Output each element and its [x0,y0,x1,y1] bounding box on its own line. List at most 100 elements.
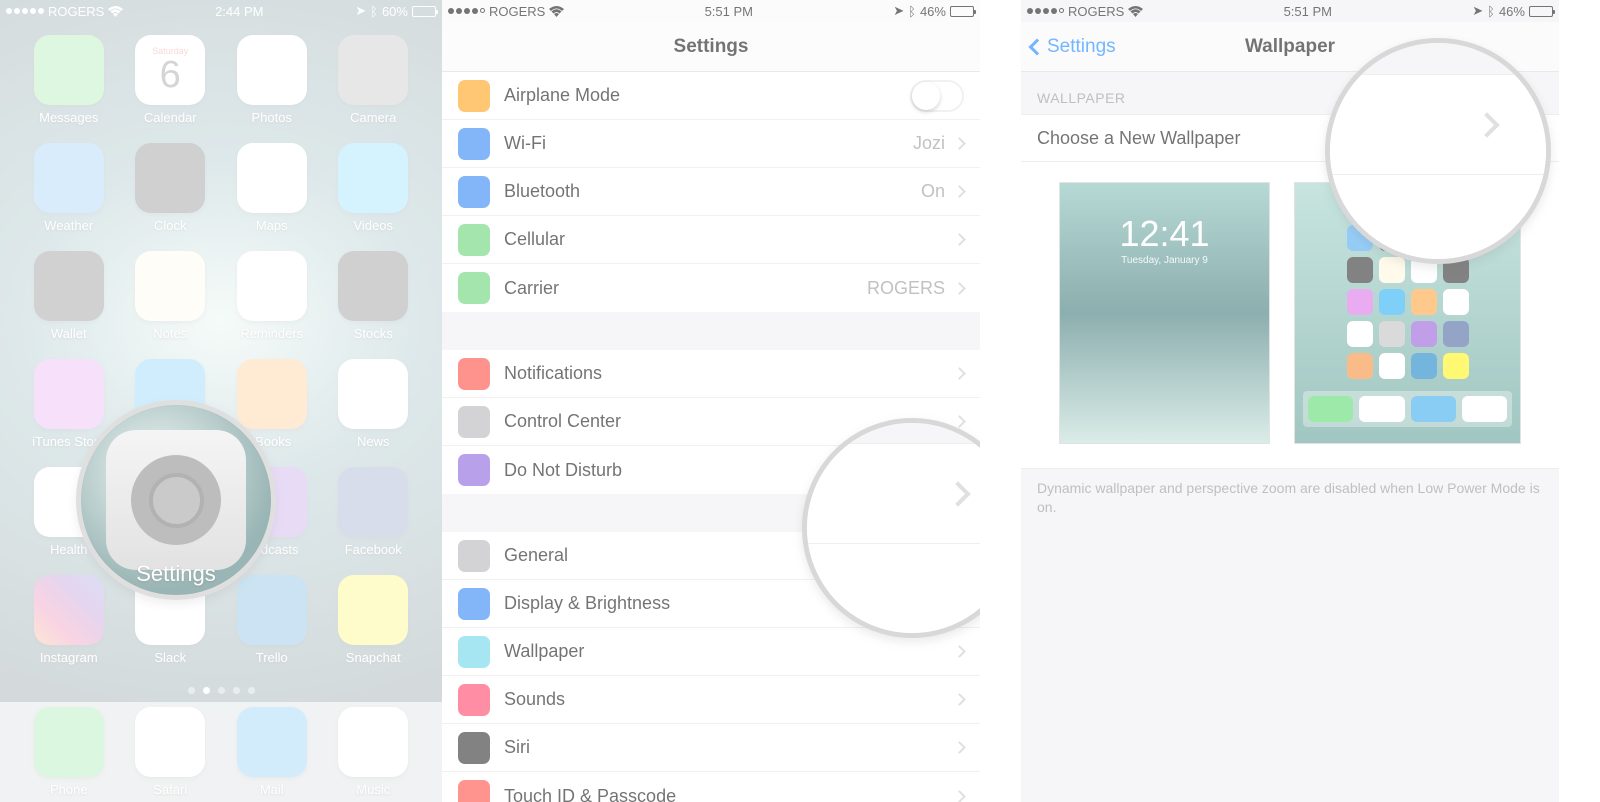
location-icon: ➤ [893,3,904,19]
bluetooth-icon: ᛒ [908,4,916,19]
mini-app-icon [1411,353,1437,379]
row-label: Touch ID & Passcode [504,786,955,802]
chevron-right-icon [953,741,966,754]
magnified-row[interactable] [807,443,980,543]
helper-text: Dynamic wallpaper and perspective zoom a… [1021,469,1559,527]
airplane-mode-icon [458,80,490,112]
wallpaper-pane: ROGERS 5:51 PM ➤ ᛒ 46% Settings Wallpape… [1021,0,1559,802]
mini-dock-icon [1308,396,1353,422]
location-icon: ➤ [355,3,366,19]
cellular-icon [458,224,490,256]
back-button[interactable]: Settings [1031,36,1116,58]
battery-pct-label: 46% [1499,4,1525,19]
battery-icon [1529,6,1553,17]
row-detail: On [921,181,945,202]
row-label: Notifications [504,363,955,384]
mini-app-icon [1379,321,1405,347]
settings-pane: ROGERS 5:51 PM ➤ ᛒ 46% Settings Airplane… [442,0,980,802]
mini-app-icon [1443,353,1469,379]
control-center-icon [458,406,490,438]
carrier-label: ROGERS [1068,4,1124,19]
status-bar: ROGERS 2:44 PM ➤ ᛒ 60% [0,0,442,22]
chevron-right-icon [1474,112,1499,137]
settings-row-sounds[interactable]: Sounds [442,676,980,724]
nav-bar: Settings [442,22,980,72]
settings-row-siri[interactable]: Siri [442,724,980,772]
battery-icon [950,6,974,17]
settings-row-bluetooth[interactable]: BluetoothOn [442,168,980,216]
settings-label-large: Settings [136,561,216,587]
magnifier-choose-row [1325,38,1551,264]
lock-screen-preview[interactable]: 12:41 Tuesday, January 9 [1059,182,1270,444]
battery-pct-label: 46% [920,4,946,19]
status-bar: ROGERS 5:51 PM ➤ ᛒ 46% [1021,0,1559,22]
sounds-icon [458,684,490,716]
settings-row-cellular[interactable]: Cellular [442,216,980,264]
lock-preview-time: 12:41 [1119,213,1209,255]
clock-label: 5:51 PM [1284,4,1332,19]
chevron-right-icon [953,282,966,295]
magnifier-settings-icon: Settings [76,400,276,600]
location-icon: ➤ [1472,3,1483,19]
mini-app-icon [1379,353,1405,379]
row-label: Sounds [504,689,955,710]
carrier-label: ROGERS [489,4,545,19]
wi-fi-icon [458,128,490,160]
bluetooth-icon: ᛒ [1487,4,1495,19]
back-label: Settings [1047,36,1116,58]
mini-app-icon [1347,289,1373,315]
row-detail: Jozi [913,133,945,154]
wifi-icon [549,6,564,17]
status-bar: ROGERS 5:51 PM ➤ ᛒ 46% [442,0,980,22]
gear-icon [131,455,221,545]
settings-row-touch-id-passcode[interactable]: Touch ID & Passcode [442,772,980,802]
mini-app-icon [1411,289,1437,315]
row-label: Carrier [504,278,867,299]
wifi-icon [108,6,123,17]
nav-title: Settings [674,36,749,58]
chevron-right-icon [953,233,966,246]
home-screen-pane: ROGERS 2:44 PM ➤ ᛒ 60% MessagesSaturday6… [0,0,442,802]
mini-app-icon [1411,321,1437,347]
battery-pct-label: 60% [382,4,408,19]
chevron-right-icon [953,693,966,706]
mini-dock-icon [1411,396,1456,422]
airplane-mode-toggle[interactable] [910,80,964,112]
settings-row-carrier[interactable]: CarrierROGERS [442,264,980,312]
chevron-right-icon [953,137,966,150]
settings-row-airplane-mode[interactable]: Airplane Mode [442,72,980,120]
clock-label: 5:51 PM [705,4,753,19]
mini-dock-icon [1462,396,1507,422]
general-icon [458,540,490,572]
settings-row-wi-fi[interactable]: Wi-FiJozi [442,120,980,168]
mini-app-icon [1347,257,1373,283]
row-detail: ROGERS [867,278,945,299]
chevron-right-icon [945,481,970,506]
mini-app-icon [1379,257,1405,283]
chevron-right-icon [953,645,966,658]
notifications-icon [458,358,490,390]
magnified-row[interactable] [1330,74,1546,174]
nav-title: Wallpaper [1245,36,1335,58]
clock-label: 2:44 PM [215,4,263,19]
signal-dots-icon [448,8,485,14]
chevron-right-icon [953,367,966,380]
settings-app-icon-large[interactable] [106,430,246,570]
row-label: Airplane Mode [504,85,910,106]
bluetooth-icon: ᛒ [370,4,378,19]
carrier-label: ROGERS [48,4,104,19]
signal-dots-icon [6,8,44,14]
mini-app-icon [1347,321,1373,347]
chevron-left-icon [1029,38,1046,55]
signal-dots-icon [1027,8,1064,14]
mini-app-icon [1379,289,1405,315]
wallpaper-icon [458,636,490,668]
siri-icon [458,732,490,764]
settings-row-notifications[interactable]: Notifications [442,350,980,398]
row-label: Bluetooth [504,181,921,202]
mini-app-icon [1443,289,1469,315]
row-label: Wi-Fi [504,133,913,154]
display-brightness-icon [458,588,490,620]
row-label: Cellular [504,229,955,250]
mini-app-icon [1443,321,1469,347]
